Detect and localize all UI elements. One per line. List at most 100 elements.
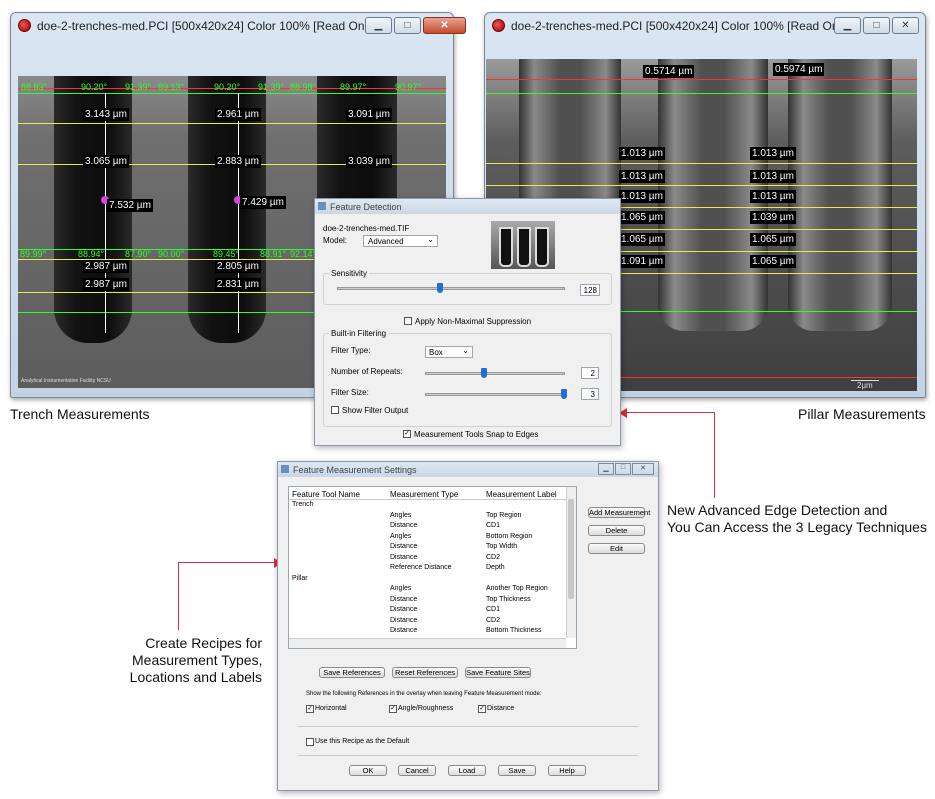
table-row[interactable]: Distance CD1 [289,521,566,532]
measurement-label[interactable]: 1.013 µm [619,190,665,203]
measurement-label[interactable]: 2.831 µm [215,278,261,291]
column-header[interactable]: Measurement Type [390,490,458,499]
add-measurement-button[interactable]: Add Measurement [588,507,650,518]
close-icon[interactable]: ✕ [892,17,919,34]
ok-button[interactable]: OK [349,765,387,776]
measurement-label[interactable]: 0.5974 µm [773,63,825,76]
measurement-label[interactable]: 1.065 µm [750,233,796,246]
table-row[interactable]: Angles Another Top Region [289,584,566,595]
measurement-table[interactable]: Feature Tool Name Measurement Type Measu… [288,486,577,649]
table-row[interactable]: Distance CD1 [289,605,566,616]
save-references-button[interactable]: Save References [319,667,385,678]
measurement-label[interactable]: 1.091 µm [619,255,665,268]
table-row[interactable]: Distance CD2 [289,616,566,627]
nms-checkbox[interactable] [404,317,412,325]
cancel-button[interactable]: Cancel [398,765,436,776]
maximize-icon[interactable]: □ [394,17,421,34]
repeats-slider[interactable] [425,372,565,375]
table-row[interactable]: Trench [289,500,566,511]
maximize-icon[interactable]: □ [615,463,631,475]
table-cell: Top Thickness [486,595,531,603]
reset-references-button[interactable]: Reset References [392,667,458,678]
measurement-label[interactable]: 3.065 µm [83,155,129,168]
measurement-label[interactable]: 1.013 µm [750,190,796,203]
table-row[interactable]: Reference Distance Depth [289,563,566,574]
column-header[interactable]: Measurement Label [486,490,557,499]
table-cell: Top Region [486,511,522,519]
minimize-icon[interactable]: ▁ [598,463,614,475]
delete-button[interactable]: Delete [588,525,645,536]
show-references-label: Show the following References in the ove… [306,691,542,697]
measurement-label[interactable]: 1.065 µm [619,211,665,224]
repeats-thumb[interactable] [481,368,487,378]
filter-size-value[interactable]: 3 [581,388,599,400]
table-row[interactable]: Angles Top Region [289,511,566,522]
measurement-label[interactable]: 1.013 µm [619,147,665,160]
sensitivity-thumb[interactable] [436,283,443,293]
measurement-label[interactable]: 1.039 µm [750,211,796,224]
table-cell: CD2 [486,616,501,624]
sensitivity-slider[interactable] [337,287,565,290]
repeats-value[interactable]: 2 [581,367,599,379]
table-row[interactable]: Distance Top Width [289,542,566,553]
title-bar[interactable]: Feature Measurement Settings ▁ □ ✕ [278,462,658,477]
angle-checkbox[interactable]: ✓ [389,705,397,713]
table-row[interactable]: Distance Bottom Thickness [289,626,566,637]
measurement-label[interactable]: 3.143 µm [83,108,129,121]
measurement-label[interactable]: 1.013 µm [619,170,665,183]
measurement-label[interactable]: 3.091 µm [346,108,392,121]
table-row[interactable]: Distance CD2 [289,553,566,564]
distance-checkbox[interactable]: ✓ [478,705,486,713]
depth-label[interactable]: 7.429 µm [240,196,286,209]
measurement-label[interactable]: 0.5714 µm [643,65,695,78]
feature-detection-dialog[interactable]: Feature Detection doe-2-trenches-med.TIF… [314,198,621,446]
maximize-icon[interactable]: □ [863,17,890,34]
table-row[interactable]: Pillar [289,574,566,585]
close-icon[interactable]: ✕ [632,463,654,475]
load-button[interactable]: Load [448,765,486,776]
sensitivity-value[interactable]: 128 [580,284,600,296]
measurement-label[interactable]: 2.987 µm [83,278,129,291]
minimize-icon[interactable]: ▁ [834,17,861,34]
default-checkbox[interactable] [306,738,314,746]
show-filter-checkbox[interactable] [331,406,339,414]
feature-measurement-settings-dialog[interactable]: Feature Measurement Settings ▁ □ ✕ Featu… [277,461,659,791]
measurement-label[interactable]: 2.883 µm [215,155,261,168]
depth-label[interactable]: 7.532 µm [107,199,153,212]
close-icon[interactable]: ✕ [423,17,466,34]
measurement-label[interactable]: 1.013 µm [750,147,796,160]
measurement-label[interactable]: 2.987 µm [83,260,129,273]
filter-type-select[interactable]: Box ⌄ [425,346,473,358]
title-bar[interactable]: doe-2-trenches-med.PCI [500x420x24] Colo… [485,13,925,39]
chevron-down-icon: ⌄ [427,235,434,244]
horizontal-checkbox[interactable]: ✓ [306,705,314,713]
filter-size-slider[interactable] [425,393,565,396]
vertical-scrollbar[interactable] [566,487,576,638]
table-row[interactable]: Distance Top Thickness [289,595,566,606]
filter-size-thumb[interactable] [561,389,567,399]
measurement-label[interactable]: 1.065 µm [619,233,665,246]
minimize-icon[interactable]: ▁ [365,17,392,34]
table-cell: Trench [292,501,314,508]
snap-checkbox[interactable]: ✓ [403,430,411,438]
measurement-label[interactable]: 2.961 µm [215,108,261,121]
help-button[interactable]: Help [548,765,586,776]
measurement-label[interactable]: 1.065 µm [750,255,796,268]
table-cell: Pillar [292,574,308,582]
measurement-label[interactable]: 3.039 µm [346,155,392,168]
show-filter-label: Show Filter Output [342,406,409,415]
edit-button[interactable]: Edit [588,543,645,554]
table-row[interactable]: Angles Bottom Region [289,532,566,543]
save-feature-sites-button[interactable]: Save Feature Sites [465,667,531,678]
angle-label: 92.14° [290,249,317,259]
model-select[interactable]: Advanced ⌄ [363,235,438,247]
column-header[interactable]: Feature Tool Name [292,490,360,499]
save-button[interactable]: Save [498,765,536,776]
measurement-label[interactable]: 1.013 µm [750,170,796,183]
measurement-label[interactable]: 2.805 µm [215,260,261,273]
snap-label: Measurement Tools Snap to Edges [414,430,539,439]
table-cell: Another Top Region [486,585,548,592]
horizontal-scrollbar[interactable] [289,638,566,648]
title-bar[interactable]: Feature Detection [315,199,620,214]
title-bar[interactable]: doe-2-trenches-med.PCI [500x420x24] Colo… [11,13,466,39]
